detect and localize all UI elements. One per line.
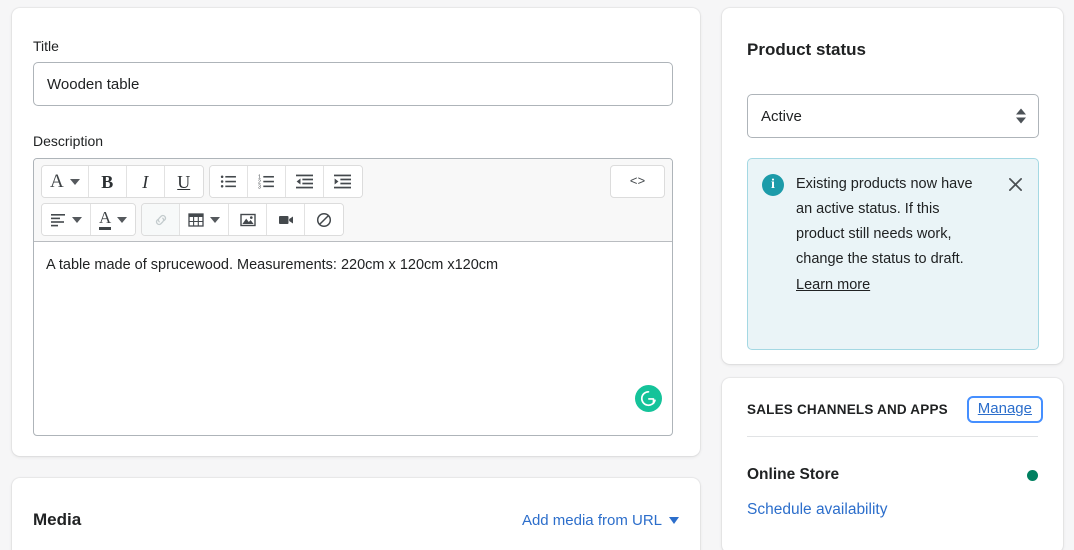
block-icon (317, 212, 332, 227)
insert-video-button[interactable] (267, 204, 306, 235)
grammarly-g-icon (640, 390, 656, 407)
info-banner-body: Existing products now have an active sta… (796, 172, 992, 337)
manage-button-label: Manage (977, 400, 1032, 417)
title-input[interactable] (33, 62, 673, 106)
bold-icon: B (101, 171, 114, 192)
bulleted-list-button[interactable] (209, 166, 248, 197)
sales-channels-heading: SALES CHANNELS AND APPS (747, 402, 948, 417)
description-rich-text-editor: A B I U 1 2 3 <> A A table made of spruc… (33, 158, 673, 436)
product-status-info-banner: i Existing products now have an active s… (747, 158, 1039, 350)
status-badge (1027, 469, 1038, 481)
font-letter-a-icon: A (50, 171, 64, 192)
bold-button[interactable]: B (88, 166, 127, 197)
manage-button[interactable]: Manage (966, 396, 1043, 423)
divider (747, 436, 1038, 437)
chevron-down-icon (210, 216, 221, 223)
align-left-icon (51, 213, 65, 226)
text-color-icon: A (99, 209, 112, 230)
chevron-down-icon (69, 178, 80, 185)
chevron-down-icon (669, 517, 679, 524)
add-media-from-url-button[interactable]: Add media from URL (522, 512, 679, 529)
code-view-button[interactable]: <> (610, 165, 665, 198)
align-dropdown[interactable] (42, 204, 91, 235)
code-view-label: <> (629, 174, 646, 189)
numbered-list-icon: 1 2 3 (258, 174, 274, 190)
underline-button[interactable]: U (164, 166, 203, 197)
close-banner-button[interactable] (1004, 173, 1026, 195)
chevron-down-icon (72, 216, 82, 223)
align-color-group: A (41, 203, 137, 236)
text-format-group: A B I U (41, 165, 204, 198)
editor-toolbar: A B I U 1 2 3 <> A (34, 159, 672, 242)
outdent-icon (295, 174, 313, 189)
learn-more-link[interactable]: Learn more (796, 273, 870, 298)
editor-content-area[interactable]: A table made of sprucewood. Measurements… (34, 242, 672, 420)
font-family-dropdown[interactable]: A (42, 166, 89, 197)
editor-toolbar-row-2: A (41, 203, 665, 236)
image-icon (240, 213, 256, 226)
chevron-down-icon (117, 216, 128, 223)
add-media-from-url-label: Add media from URL (521, 512, 662, 529)
table-icon (188, 212, 204, 227)
online-store-label: Online Store (747, 466, 840, 483)
product-details-card: Title Description A B I (12, 8, 700, 456)
info-banner-text: Existing products now have an active sta… (796, 176, 973, 267)
grammarly-icon[interactable] (635, 385, 662, 412)
insert-group (141, 203, 345, 236)
schedule-availability-link[interactable]: Schedule availability (747, 501, 887, 519)
sales-channels-card: SALES CHANNELS AND APPS Manage Online St… (722, 378, 1063, 550)
clear-formatting-button[interactable] (305, 204, 344, 235)
product-status-card: Product status Active i Existing product… (722, 8, 1063, 364)
italic-button[interactable]: I (126, 166, 165, 197)
description-text: A table made of sprucewood. Measurements… (46, 257, 499, 273)
bulleted-list-icon (220, 175, 236, 188)
underline-icon: U (177, 171, 191, 192)
video-camera-icon (278, 215, 293, 224)
description-label: Description (33, 133, 104, 149)
insert-link-button[interactable] (142, 204, 181, 235)
sales-channels-header: SALES CHANNELS AND APPS Manage (747, 396, 1043, 423)
product-status-select-wrapper: Active (747, 94, 1039, 138)
media-title: Media (33, 510, 82, 529)
outdent-button[interactable] (285, 166, 324, 197)
editor-toolbar-row-1: A B I U 1 2 3 <> (41, 165, 665, 198)
insert-table-dropdown[interactable] (180, 204, 230, 235)
insert-image-button[interactable] (229, 204, 268, 235)
product-editor-page: Title Description A B I (0, 0, 1074, 550)
media-card: Media Add media from URL (12, 478, 700, 550)
product-status-select[interactable]: Active (747, 94, 1039, 138)
list-indent-group: 1 2 3 (208, 165, 363, 198)
indent-button[interactable] (323, 166, 362, 197)
text-color-dropdown[interactable]: A (91, 204, 136, 235)
title-label: Title (33, 38, 59, 54)
svg-text:3: 3 (258, 184, 261, 190)
product-status-title: Product status (747, 40, 867, 59)
numbered-list-button[interactable]: 1 2 3 (247, 166, 286, 197)
italic-icon: I (142, 171, 149, 192)
close-icon (1008, 177, 1022, 191)
info-icon: i (762, 174, 784, 196)
indent-icon (334, 174, 352, 189)
online-store-row: Online Store (747, 466, 1038, 484)
link-icon (155, 214, 166, 225)
